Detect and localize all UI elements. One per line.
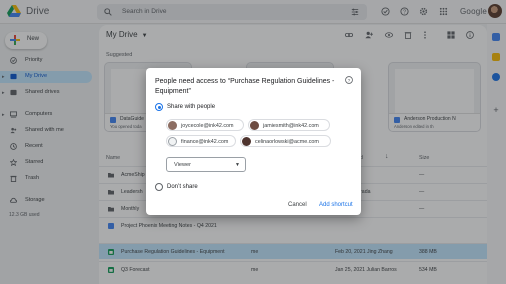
access-dialog: People need access to “Purchase Regulati… [146, 68, 361, 215]
role-select[interactable]: Viewer ▼ [166, 157, 246, 172]
avatar [242, 137, 251, 146]
person-email: celinaorlowski@acme.com [255, 138, 319, 145]
person-chip[interactable]: finance@ink42.com [166, 135, 236, 147]
add-shortcut-button[interactable]: Add shortcut [319, 202, 353, 208]
help-icon[interactable]: ? [345, 76, 353, 84]
cancel-button[interactable]: Cancel [288, 202, 307, 208]
share-with-people-radio[interactable] [155, 103, 163, 111]
dont-share-radio[interactable] [155, 183, 163, 191]
person-chip[interactable]: jamiesmith@ink42.com [248, 119, 330, 131]
dropdown-arrow-icon: ▼ [235, 162, 240, 168]
svg-text:?: ? [348, 78, 351, 84]
person-chip[interactable]: celinaorlowski@acme.com [240, 135, 331, 147]
person-email: joycecole@ink42.com [181, 122, 234, 129]
avatar [250, 121, 259, 130]
role-select-value: Viewer [174, 162, 191, 168]
group-icon [168, 137, 177, 146]
person-email: finance@ink42.com [181, 138, 229, 145]
avatar [168, 121, 177, 130]
dont-share-label: Don’t share [167, 184, 198, 190]
person-email: jamiesmith@ink42.com [263, 122, 319, 129]
person-chip[interactable]: joycecole@ink42.com [166, 119, 244, 131]
share-with-people-label: Share with people [167, 104, 216, 110]
dialog-title: People need access to “Purchase Regulati… [155, 78, 335, 95]
